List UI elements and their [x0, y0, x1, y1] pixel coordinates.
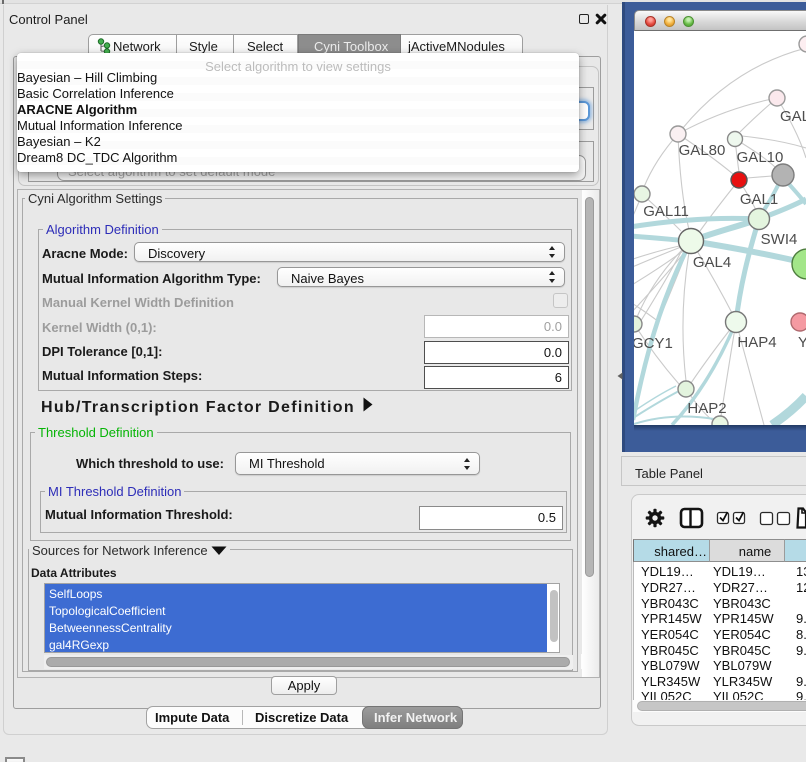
svg-text:GAL80: GAL80 — [679, 142, 726, 159]
svg-text:SWI4: SWI4 — [761, 231, 798, 248]
svg-text:GAL11: GAL11 — [643, 203, 689, 220]
svg-text:Y: Y — [798, 334, 806, 351]
svg-text:GCY1: GCY1 — [634, 335, 673, 352]
svg-text:GAL7: GAL7 — [780, 108, 806, 125]
svg-text:GAL1: GAL1 — [740, 191, 778, 208]
svg-text:GAL4: GAL4 — [693, 254, 731, 271]
svg-text:HAP2: HAP2 — [687, 400, 726, 417]
svg-text:HAP4: HAP4 — [737, 334, 776, 351]
svg-text:GAL10: GAL10 — [737, 149, 784, 166]
